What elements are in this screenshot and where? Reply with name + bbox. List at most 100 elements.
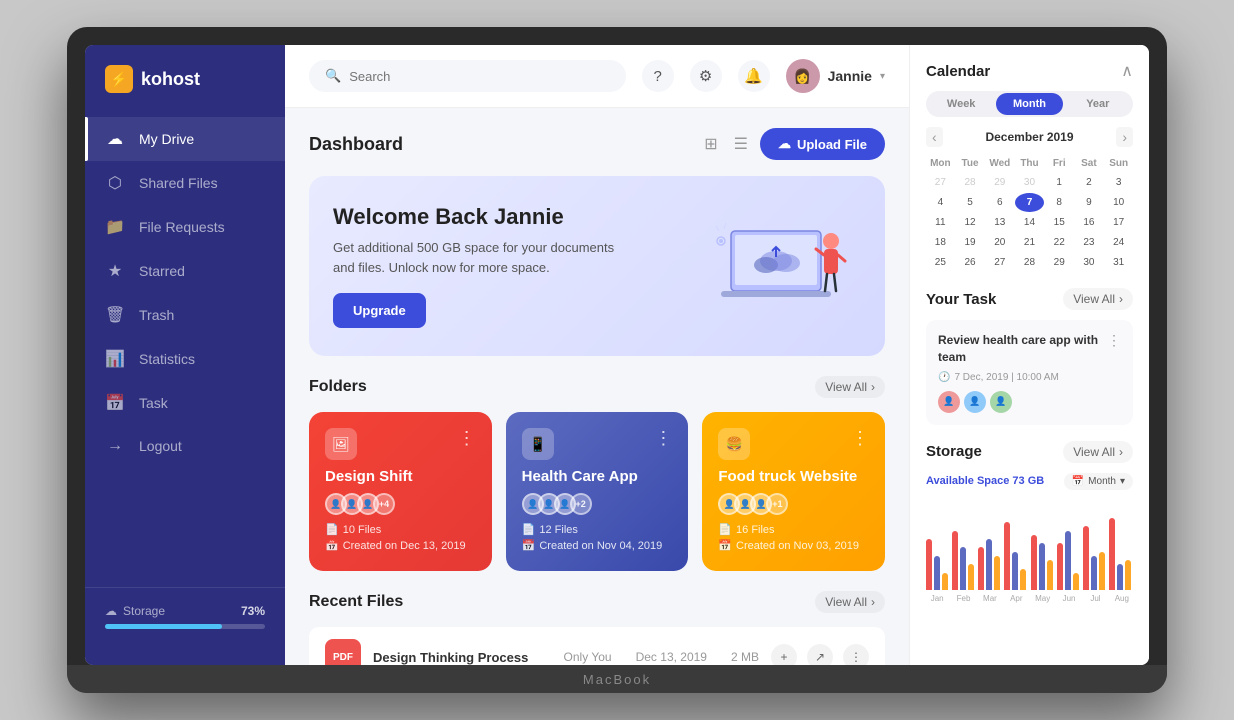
sidebar-item-task[interactable]: 📅 Task [85, 381, 285, 425]
notifications-button[interactable]: 🔔 [738, 60, 770, 92]
calendar-day[interactable]: 9 [1075, 193, 1104, 212]
storage-view-all[interactable]: View All › [1063, 441, 1133, 463]
calendar-day[interactable]: 15 [1045, 213, 1074, 232]
folder-meta-3: 📄16 Files 📅Created on Nov 03, 2019 [718, 523, 869, 552]
sidebar-item-trash[interactable]: 🗑 Trash [85, 293, 285, 337]
search-input[interactable] [349, 69, 609, 84]
folder-card-design-shift[interactable]: 🖼 ⋮ Design Shift 👤 👤 👤 +4 [309, 412, 492, 571]
file-row-0[interactable]: PDF Design Thinking Process Only You Dec… [309, 627, 885, 665]
calendar-tab-month[interactable]: Month [996, 93, 1062, 115]
chart-bar [1057, 543, 1063, 590]
calendar-day[interactable]: 5 [956, 193, 985, 212]
chart-bar [994, 556, 1000, 590]
settings-button[interactable]: ⚙ [690, 60, 722, 92]
recent-files-section: Recent Files View All › PDF Design Think… [309, 591, 885, 665]
calendar-icon: 📅 [105, 393, 125, 413]
calendar-day-header: Tue [956, 155, 985, 172]
calendar-day[interactable]: 29 [985, 173, 1014, 192]
calendar-day[interactable]: 28 [956, 173, 985, 192]
chevron-down-icon-storage: ▾ [1120, 476, 1125, 487]
calendar-day[interactable]: 24 [1104, 233, 1133, 252]
avatar: 👩 [786, 59, 820, 93]
calendar-day[interactable]: 11 [926, 213, 955, 232]
chart-bar [1012, 552, 1018, 590]
add-file-button-0[interactable]: + [771, 644, 797, 665]
folders-view-all[interactable]: View All › [815, 376, 885, 398]
calendar-day[interactable]: 12 [956, 213, 985, 232]
search-box[interactable]: 🔍 [309, 60, 626, 92]
calendar-grid: MonTueWedThuFriSatSun2728293012345678910… [926, 155, 1133, 272]
sidebar-item-statistics[interactable]: 📊 Statistics [85, 337, 285, 381]
calendar-day[interactable]: 20 [985, 233, 1014, 252]
calendar-tab-week[interactable]: Week [928, 93, 994, 115]
calendar-day[interactable]: 29 [1045, 253, 1074, 272]
list-view-button[interactable]: ☰ [730, 130, 752, 158]
nav-menu: ☁ My Drive ⬡ Shared Files 📁 File Request… [85, 117, 285, 587]
folder-card-health-care[interactable]: 📱 ⋮ Health Care App 👤 👤 👤 +2 [506, 412, 689, 571]
chevron-right-icon: › [871, 380, 875, 394]
sidebar-item-starred[interactable]: ★ Starred [85, 249, 285, 293]
task-avatar-2: 👤 [964, 391, 986, 413]
calendar-day[interactable]: 16 [1075, 213, 1104, 232]
folder-menu-button-2[interactable]: ⋮ [654, 428, 672, 449]
banner-illustration [711, 211, 861, 321]
calendar-day[interactable]: 21 [1015, 233, 1044, 252]
storage-period-selector[interactable]: 📅 Month ▾ [1064, 473, 1133, 490]
file-badge-pdf: PDF [325, 639, 361, 665]
calendar-day[interactable]: 19 [956, 233, 985, 252]
calendar-day[interactable]: 18 [926, 233, 955, 252]
user-profile-button[interactable]: 👩 Jannie ▾ [786, 59, 885, 93]
task-view-all[interactable]: View All › [1063, 288, 1133, 310]
chart-x-label: May [1032, 594, 1054, 603]
calendar-day[interactable]: 22 [1045, 233, 1074, 252]
task-avatar-3: 👤 [990, 391, 1012, 413]
share-file-button-0[interactable]: ↗ [807, 644, 833, 665]
calendar-day[interactable]: 10 [1104, 193, 1133, 212]
task-menu-button[interactable]: ⋮ [1107, 332, 1121, 349]
available-space-value: 73 GB [1012, 475, 1044, 487]
calendar-day[interactable]: 1 [1045, 173, 1074, 192]
calendar-day[interactable]: 13 [985, 213, 1014, 232]
more-file-button-0[interactable]: ⋮ [843, 644, 869, 665]
sidebar-item-file-requests[interactable]: 📁 File Requests [85, 205, 285, 249]
calendar-day[interactable]: 14 [1015, 213, 1044, 232]
calendar-day[interactable]: 6 [985, 193, 1014, 212]
grid-view-button[interactable]: ⊞ [700, 130, 721, 158]
calendar-day[interactable]: 8 [1045, 193, 1074, 212]
chart-bar [1117, 564, 1123, 590]
calendar-day[interactable]: 26 [956, 253, 985, 272]
folder-menu-button-3[interactable]: ⋮ [851, 428, 869, 449]
calendar-day[interactable]: 27 [985, 253, 1014, 272]
cloud-icon: ☁ [105, 129, 125, 149]
calendar-next-button[interactable]: › [1116, 127, 1133, 147]
file-name-0: Design Thinking Process [373, 650, 552, 665]
calendar-day[interactable]: 28 [1015, 253, 1044, 272]
task-card[interactable]: Review health care app with team ⋮ 🕐 7 D… [926, 320, 1133, 425]
calendar-day[interactable]: 27 [926, 173, 955, 192]
calendar-day[interactable]: 31 [1104, 253, 1133, 272]
calendar-prev-button[interactable]: ‹ [926, 127, 943, 147]
upgrade-button[interactable]: Upgrade [333, 293, 426, 328]
sidebar-item-shared-files[interactable]: ⬡ Shared Files [85, 161, 285, 205]
task-section-title: Your Task [926, 291, 996, 308]
calendar-day[interactable]: 23 [1075, 233, 1104, 252]
calendar-tab-year[interactable]: Year [1065, 93, 1131, 115]
sidebar-item-my-drive[interactable]: ☁ My Drive [85, 117, 285, 161]
upload-file-button[interactable]: ☁ Upload File [760, 128, 885, 160]
calendar-day[interactable]: 2 [1075, 173, 1104, 192]
calendar-collapse-button[interactable]: ∧ [1121, 61, 1133, 81]
calendar-day[interactable]: 30 [1075, 253, 1104, 272]
calendar-day[interactable]: 17 [1104, 213, 1133, 232]
recent-files-view-all[interactable]: View All › [815, 591, 885, 613]
folder-menu-button[interactable]: ⋮ [458, 428, 476, 449]
calendar-day[interactable]: 25 [926, 253, 955, 272]
calendar-day[interactable]: 3 [1104, 173, 1133, 192]
logo-icon: ⚡ [105, 65, 133, 93]
calendar-day[interactable]: 4 [926, 193, 955, 212]
help-button[interactable]: ? [642, 60, 674, 92]
calendar-day[interactable]: 30 [1015, 173, 1044, 192]
calendar-day[interactable]: 7 [1015, 193, 1044, 212]
folder-card-food-truck[interactable]: 🍔 ⋮ Food truck Website 👤 👤 👤 +1 [702, 412, 885, 571]
sidebar-item-logout[interactable]: → Logout [85, 425, 285, 467]
task-assignees: 👤 👤 👤 [938, 391, 1121, 413]
